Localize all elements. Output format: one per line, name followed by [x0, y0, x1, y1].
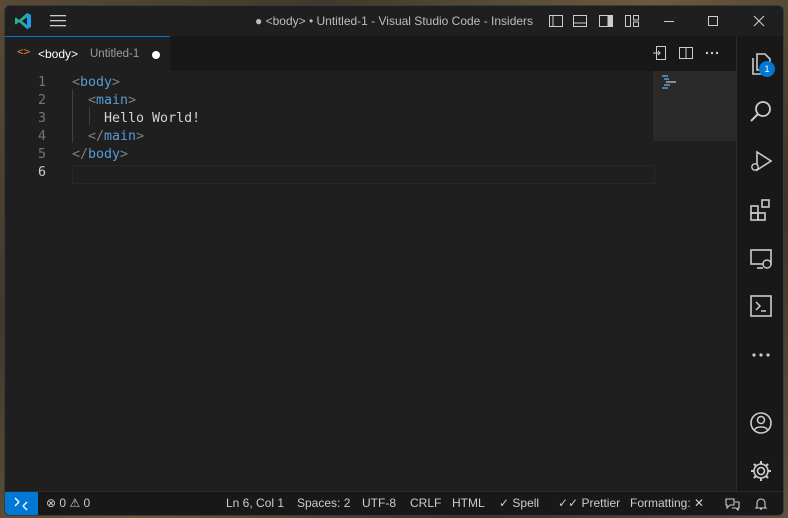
line-number: 3 [37, 111, 46, 126]
code-line[interactable]: 1 <body> [5, 75, 653, 93]
code-line[interactable]: 3 Hello World! [5, 111, 653, 129]
feedback-icon[interactable] [725, 497, 740, 511]
hamburger-menu-icon[interactable] [50, 14, 66, 28]
remote-explorer-icon[interactable] [748, 246, 774, 272]
close-window-icon[interactable] [751, 13, 767, 29]
remote-icon [14, 497, 28, 511]
tab-label: <body> [38, 47, 79, 61]
code-text: Hello World! [72, 111, 201, 126]
spell-label: Spell [512, 496, 540, 510]
code-text: <body> [72, 75, 121, 90]
code-line[interactable]: 5 </body> [5, 147, 653, 165]
code-editor[interactable]: 1 <body> 2 <main> 3 Hello World! 4 </mai… [5, 71, 736, 491]
extensions-icon[interactable] [748, 197, 774, 223]
line-number: 5 [37, 147, 46, 162]
prettier-status[interactable]: ✓✓ Prettier [558, 496, 620, 510]
window-title: ● <body> • Untitled-1 - Visual Studio Co… [255, 14, 534, 28]
accounts-icon[interactable] [748, 410, 774, 436]
code-text: </main> [72, 129, 145, 144]
language-mode[interactable]: HTML [452, 496, 485, 510]
code-line[interactable]: 6 [5, 165, 653, 183]
indentation-setting[interactable]: Spaces: 2 [297, 496, 350, 510]
unsaved-dot-icon[interactable] [152, 51, 160, 59]
problems-indicator[interactable]: ⊗ 0 ⚠ 0 [46, 496, 90, 510]
warning-count: 0 [83, 496, 91, 510]
toggle-panel-icon[interactable] [572, 13, 588, 29]
maximize-icon[interactable] [705, 13, 721, 29]
editor-tab-bar: <> <body> Untitled-1 [5, 36, 736, 71]
notifications-bell-icon[interactable] [754, 497, 768, 511]
minimap[interactable] [653, 71, 736, 141]
eol-setting[interactable]: CRLF [410, 496, 441, 510]
remote-indicator[interactable] [5, 492, 38, 515]
formatting-status[interactable]: Formatting: ✕ [630, 496, 704, 510]
title-bar: ● <body> • Untitled-1 - Visual Studio Co… [5, 6, 783, 36]
warning-icon: ⚠ [69, 496, 81, 510]
search-icon[interactable] [748, 99, 774, 125]
formatting-label: Formatting: [630, 496, 691, 510]
split-editor-icon[interactable] [678, 45, 694, 61]
line-number: 6 [37, 165, 46, 180]
toggle-primary-sidebar-icon[interactable] [548, 13, 564, 29]
line-number: 1 [37, 75, 46, 90]
activity-bar: 1 [736, 36, 783, 491]
settings-gear-icon[interactable] [748, 458, 774, 484]
double-check-icon: ✓✓ [558, 496, 579, 510]
customize-layout-icon[interactable] [624, 13, 640, 29]
code-line[interactable]: 4 </main> [5, 129, 653, 147]
run-debug-icon[interactable] [748, 148, 774, 174]
open-changes-icon[interactable] [652, 45, 668, 61]
vscode-window: ● <body> • Untitled-1 - Visual Studio Co… [4, 5, 784, 516]
prettier-label: Prettier [581, 496, 621, 510]
check-icon: ✓ [499, 496, 510, 510]
vscode-logo-icon[interactable] [14, 12, 32, 30]
code-text: </body> [72, 147, 129, 162]
line-number: 2 [37, 93, 46, 108]
more-icon[interactable] [748, 342, 774, 368]
terminal-icon[interactable] [748, 293, 774, 319]
error-icon: ⊗ [46, 496, 57, 510]
tab-untitled-1[interactable]: <> <body> Untitled-1 [5, 36, 170, 71]
minimize-icon[interactable] [661, 13, 677, 29]
cursor-position[interactable]: Ln 6, Col 1 [226, 496, 284, 510]
line-number: 4 [37, 129, 46, 144]
explorer-badge: 1 [759, 61, 775, 77]
spell-check[interactable]: ✓ Spell [499, 496, 539, 510]
toggle-secondary-sidebar-icon[interactable] [598, 13, 614, 29]
html-file-icon: <> [17, 45, 31, 58]
status-bar: ⊗ 0 ⚠ 0 Ln 6, Col 1 Spaces: 2 UTF-8 CRLF… [5, 491, 783, 515]
code-text: <main> [72, 93, 137, 108]
code-line[interactable]: 2 <main> [5, 93, 653, 111]
encoding-setting[interactable]: UTF-8 [362, 496, 396, 510]
error-count: 0 [59, 496, 67, 510]
close-icon: ✕ [694, 496, 705, 510]
more-actions-icon[interactable] [704, 45, 720, 61]
tab-description: Untitled-1 [90, 48, 140, 60]
